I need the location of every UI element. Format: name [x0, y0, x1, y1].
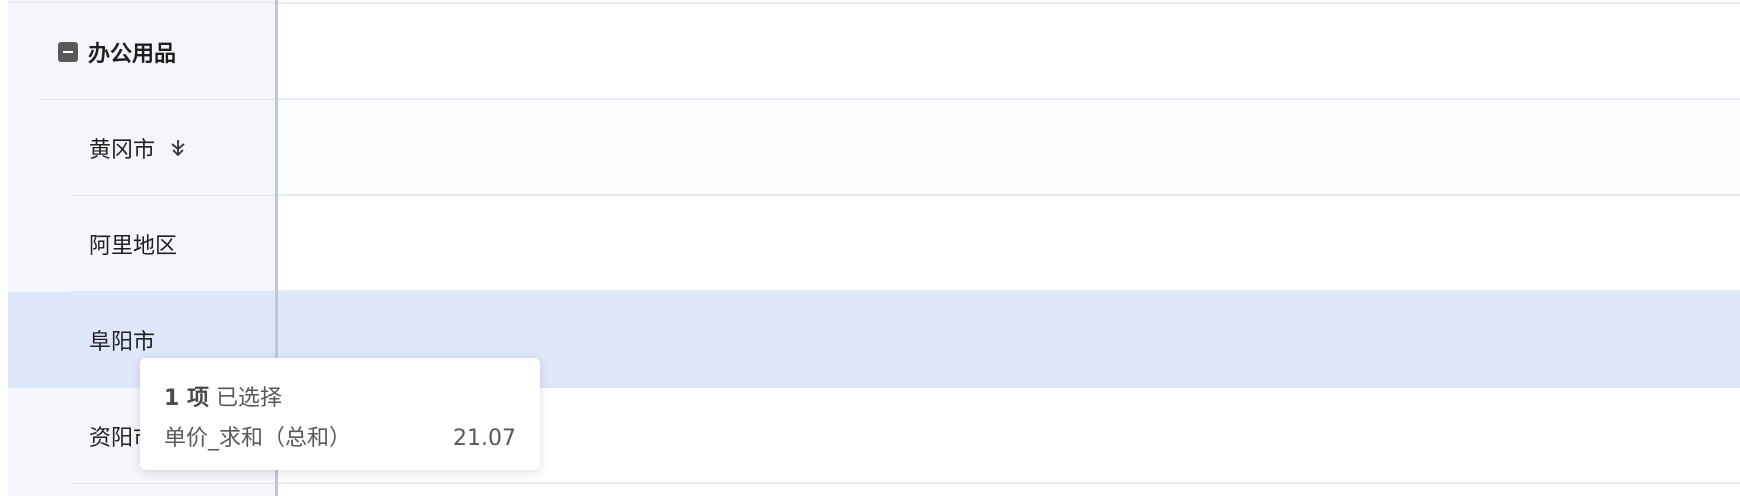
metric-value: 21.07: [453, 426, 516, 451]
row-separator: [278, 482, 1740, 484]
pivot-table: 办公用品 黄冈市 阿里地区 阜阳市 资阳市 1 项 已选择 单价_求和（总和） …: [0, 0, 1740, 496]
row-data-cell[interactable]: [278, 196, 1740, 292]
top-border-header: [8, 2, 275, 3]
group-label: 办公用品: [88, 42, 177, 67]
row-label: 阜阳市: [89, 330, 156, 355]
row-header-cell[interactable]: 阿里地区: [8, 196, 275, 292]
row-label: 阿里地区: [89, 234, 178, 259]
row-label: 黄冈市: [89, 138, 156, 163]
selection-tooltip: 1 项 已选择 单价_求和（总和） 21.07: [140, 358, 540, 470]
group-data-cell[interactable]: [278, 4, 1740, 100]
metric-summary: 单价_求和（总和） 21.07: [164, 424, 516, 454]
drill-down-icon[interactable]: [167, 137, 189, 159]
row-data-cell[interactable]: [278, 100, 1740, 196]
selection-count: 1 项: [164, 386, 209, 411]
collapse-minus-icon[interactable]: [58, 42, 78, 62]
row-header-cell[interactable]: 黄冈市: [8, 100, 275, 196]
metric-label: 单价_求和（总和）: [164, 426, 352, 451]
selection-text: 已选择: [215, 386, 282, 411]
selection-summary: 1 项 已选择: [164, 384, 516, 414]
table-row[interactable]: 黄冈市: [0, 100, 1740, 196]
row-separator: [71, 483, 275, 484]
group-row[interactable]: 办公用品: [0, 4, 1740, 100]
table-row[interactable]: 阿里地区: [0, 196, 1740, 292]
group-header-cell[interactable]: 办公用品: [8, 4, 275, 100]
